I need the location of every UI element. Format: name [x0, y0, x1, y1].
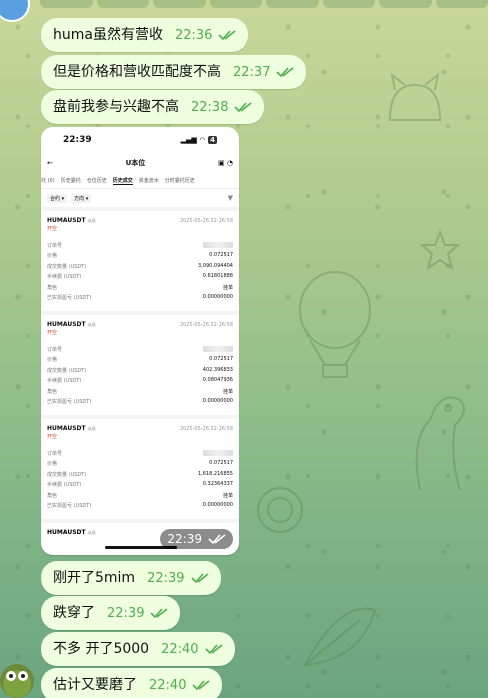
message-time: 22:37: [233, 64, 271, 80]
message-bubble[interactable]: 不多 开了5000 22:40: [41, 632, 235, 666]
phone-filter-bar: 合约 ▾ 方向 ▾ ▼: [41, 189, 239, 207]
avatar[interactable]: [0, 664, 34, 698]
message-time: 22:40: [161, 641, 199, 657]
star-doodle-icon: [420, 230, 460, 270]
message-time: 22:39: [147, 570, 185, 586]
read-checkmarks-icon: [190, 573, 209, 584]
message-time: 22:38: [191, 99, 229, 115]
phone-tab: 历史委托: [60, 178, 81, 184]
phone-clock: 22:39: [63, 135, 92, 145]
message-time: 22:39: [107, 605, 145, 621]
read-checkmarks-icon: [150, 608, 168, 619]
trade-card: HUMAUSDT 永续 2025-05-26 22:26:58 开空 订单号 价格 0…: [41, 315, 239, 419]
message-bubble[interactable]: 跌穿了 22:39: [41, 596, 181, 630]
trade-card: HUMAUSDT 永续 2025-05-26 22:26:58 开空 订单号 价格 0…: [41, 419, 239, 523]
phone-tab: 分时委托历史: [164, 178, 195, 184]
avatar[interactable]: [0, 0, 30, 22]
message-time: 22:36: [174, 27, 213, 43]
read-checkmarks-icon: [208, 534, 226, 545]
trade-card: HUMAUSDT 永续 2025-05-26 22:26:58 开空 订单号 价格 0…: [41, 211, 239, 315]
filter-funnel-icon: ▼: [227, 194, 233, 202]
redacted-order-id: [203, 242, 233, 248]
export-icon: ▣ ◔: [218, 159, 233, 167]
message-text: 盘前我参与兴趣不高: [53, 99, 179, 115]
message-bubble[interactable]: 估计又要磨了 22:40: [41, 668, 223, 698]
message-time: 22:40: [149, 677, 187, 693]
redacted-order-id: [203, 346, 233, 352]
message-text: 不多 开了5000: [53, 641, 150, 657]
message-bubble[interactable]: huma虽然有营收 22:36: [41, 18, 249, 52]
phone-tab-active: 历史成交: [112, 177, 133, 185]
message-bubble[interactable]: 刚开了5mim 22:39: [41, 561, 221, 595]
photo-message[interactable]: 22:39 ▂▄▆ ◠ 4 ← U本位 ▣ ◔ 托 (0) 历史委托 仓位历史 …: [41, 127, 239, 555]
message-text: huma虽然有营收: [53, 27, 163, 43]
read-checkmarks-icon: [204, 644, 223, 655]
phone-tabs: 托 (0) 历史委托 仓位历史 历史成交 资金流水 分时委托历史: [41, 173, 239, 189]
read-checkmarks-icon: [218, 30, 236, 41]
back-arrow-icon: ←: [47, 159, 53, 167]
message-text: 估计又要磨了: [53, 677, 137, 693]
filter-chip: 方向 ▾: [71, 193, 92, 203]
message-text: 但是价格和营收匹配度不高: [53, 64, 221, 80]
phone-tab: 托 (0): [41, 178, 55, 184]
phone-tab: 资金流水: [138, 178, 159, 184]
read-checkmarks-icon: [192, 680, 210, 691]
message-bubble[interactable]: 盘前我参与兴趣不高 22:38: [41, 90, 265, 124]
filter-chip: 合约 ▾: [47, 193, 68, 203]
phone-status-bar: 22:39 ▂▄▆ ◠ 4: [41, 127, 239, 153]
balloon-doodle-icon: [299, 271, 371, 378]
photo-time-badge: 22:39: [160, 529, 233, 549]
message-text: 跌穿了: [53, 605, 95, 621]
leaf-doodle-icon: [303, 607, 377, 667]
cat-doodle-icon: [388, 72, 442, 121]
message-time: 22:39: [167, 532, 202, 546]
phone-page-title: U本位: [125, 159, 146, 167]
signal-icon: ▂▄▆: [180, 136, 197, 144]
redacted-order-id: [203, 450, 233, 456]
message-text: 刚开了5mim: [53, 570, 136, 586]
read-checkmarks-icon: [234, 102, 252, 113]
message-bubble[interactable]: 但是价格和营收匹配度不高 22:37: [41, 55, 307, 89]
swirl-doodle-icon: [257, 487, 303, 533]
wifi-icon: ◠: [199, 136, 206, 144]
battery-icon: 4: [208, 136, 217, 144]
read-checkmarks-icon: [276, 67, 294, 78]
pinned-bar: [40, 0, 488, 8]
frog-avatar-icon: [3, 670, 31, 698]
phone-tab: 仓位历史: [86, 178, 107, 184]
phone-nav-bar: ← U本位 ▣ ◔: [41, 153, 239, 173]
dinosaur-doodle-icon: [415, 396, 465, 491]
